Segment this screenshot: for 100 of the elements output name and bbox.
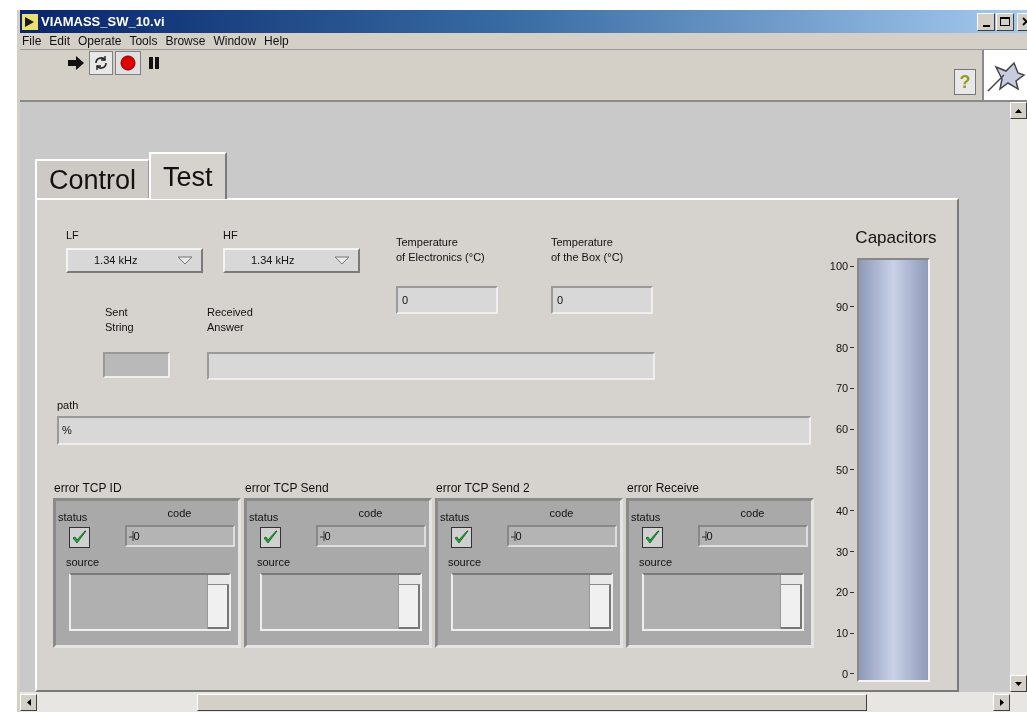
code-value: 0 xyxy=(133,529,140,543)
circular-arrows-icon[interactable] xyxy=(89,51,113,75)
scale-label: 100 xyxy=(829,259,849,273)
cluster-title: error TCP Send 2 xyxy=(435,481,531,495)
check-icon xyxy=(645,530,660,545)
scroll-down-button[interactable] xyxy=(1010,675,1027,692)
scroll-thumb[interactable] xyxy=(781,585,802,629)
status-checkbox[interactable] xyxy=(451,527,472,548)
left-arrow-icon xyxy=(26,698,31,706)
received-answer-label: Received Answer xyxy=(207,305,253,335)
source-label: source xyxy=(448,556,482,569)
source-text-area[interactable] xyxy=(69,573,231,631)
frequency-dropdown[interactable]: 1.34 kHz xyxy=(66,248,203,273)
source-text-area[interactable] xyxy=(642,573,804,631)
code-label: code xyxy=(167,507,192,520)
scroll-thumb[interactable] xyxy=(590,585,611,629)
scale-label: 60 xyxy=(835,422,849,437)
path-field[interactable]: % xyxy=(57,416,811,445)
maximize-button[interactable] xyxy=(996,12,1014,31)
source-text-area[interactable] xyxy=(451,573,613,631)
temperature-field[interactable]: 0 xyxy=(396,286,498,314)
status-checkbox[interactable] xyxy=(642,527,663,548)
status-label: status xyxy=(249,511,279,524)
check-icon xyxy=(454,530,469,545)
radix-marker-icon xyxy=(701,531,707,541)
status-checkbox[interactable] xyxy=(260,527,281,548)
scale-label: 50 xyxy=(835,463,849,477)
source-label: source xyxy=(66,556,100,569)
vertical-scrollbar[interactable] xyxy=(1010,102,1027,692)
tab[interactable]: Control xyxy=(35,159,150,198)
sent-string-field[interactable] xyxy=(103,352,170,378)
menu-item[interactable]: File xyxy=(22,34,42,48)
status-checkbox[interactable] xyxy=(69,527,90,548)
tank-label: Capacitors xyxy=(855,228,937,248)
app-icon xyxy=(22,13,38,30)
scale-label: 0 xyxy=(842,666,849,681)
dropdown-label: LF xyxy=(66,228,79,242)
scale-label: 70 xyxy=(835,381,849,396)
horizontal-scrollbar[interactable] xyxy=(20,692,1027,712)
menu-item[interactable]: Browse xyxy=(165,34,206,48)
radix-marker-icon xyxy=(319,531,325,541)
code-value: 0 xyxy=(324,529,331,543)
code-field[interactable]: 0 xyxy=(124,525,235,547)
scale-label: 10 xyxy=(835,626,849,641)
code-value: 0 xyxy=(515,529,522,543)
cluster-title: error TCP Send xyxy=(244,481,330,495)
source-label: source xyxy=(257,556,291,569)
check-icon xyxy=(263,530,278,545)
scroll-up-button[interactable] xyxy=(1010,102,1027,119)
window-title: VIAMASS_SW_10.vi xyxy=(41,12,165,31)
cluster-title: error TCP ID xyxy=(53,481,123,495)
source-text-area[interactable] xyxy=(260,573,422,631)
menu-item[interactable]: Tools xyxy=(129,34,158,48)
check-icon xyxy=(72,530,87,545)
right-arrow-icon xyxy=(999,698,1004,706)
code-label: code xyxy=(549,507,574,520)
code-label: code xyxy=(358,507,383,520)
menu-item[interactable]: Edit xyxy=(49,34,71,48)
scroll-left-button[interactable] xyxy=(20,693,37,711)
scrollbar[interactable] xyxy=(780,575,802,629)
temperature-label: Temperature of Electronics (°C) xyxy=(396,235,486,265)
path-label: path xyxy=(57,398,79,412)
scale-label: 30 xyxy=(835,544,849,559)
dropdown-label: HF xyxy=(223,228,238,242)
scrollbar[interactable] xyxy=(398,575,420,629)
dropdown-triangle-icon xyxy=(177,256,193,265)
code-field[interactable]: 0 xyxy=(315,525,426,547)
radix-marker-icon xyxy=(510,531,516,541)
up-arrow-icon xyxy=(1015,108,1022,113)
minimize-button[interactable] xyxy=(977,12,995,31)
cluster-title: error Receive xyxy=(626,481,701,495)
status-label: status xyxy=(440,511,470,524)
frequency-dropdown[interactable]: 1.34 kHz xyxy=(223,248,360,273)
code-field[interactable]: 0 xyxy=(697,525,808,547)
scrollbar[interactable] xyxy=(207,575,229,629)
scale-label: 80 xyxy=(835,340,849,355)
sent-string-label: Sent String xyxy=(105,305,134,335)
code-label: code xyxy=(740,507,765,520)
scrollbar[interactable] xyxy=(589,575,611,629)
code-value: 0 xyxy=(706,529,713,543)
received-answer-field[interactable] xyxy=(207,352,655,380)
temperature-label: Temperature of the Box (°C) xyxy=(551,235,625,265)
down-arrow-icon xyxy=(1015,681,1022,686)
tab[interactable]: Test xyxy=(149,152,227,199)
status-label: status xyxy=(58,511,88,524)
dropdown-triangle-icon xyxy=(334,256,350,265)
menu-item[interactable]: Help xyxy=(264,34,289,48)
radix-marker-icon xyxy=(128,531,134,541)
scroll-thumb[interactable] xyxy=(208,585,229,629)
menu-item[interactable]: Operate xyxy=(78,34,122,48)
scale-label: 90 xyxy=(835,299,849,314)
code-field[interactable]: 0 xyxy=(506,525,617,547)
source-label: source xyxy=(639,556,673,569)
scale-label: 40 xyxy=(835,503,849,518)
scroll-thumb[interactable] xyxy=(399,585,420,629)
scroll-right-button[interactable] xyxy=(993,693,1010,711)
status-label: status xyxy=(631,511,661,524)
temperature-field[interactable]: 0 xyxy=(551,286,653,314)
scale-label: 20 xyxy=(835,585,849,600)
menu-item[interactable]: Window xyxy=(213,34,257,48)
